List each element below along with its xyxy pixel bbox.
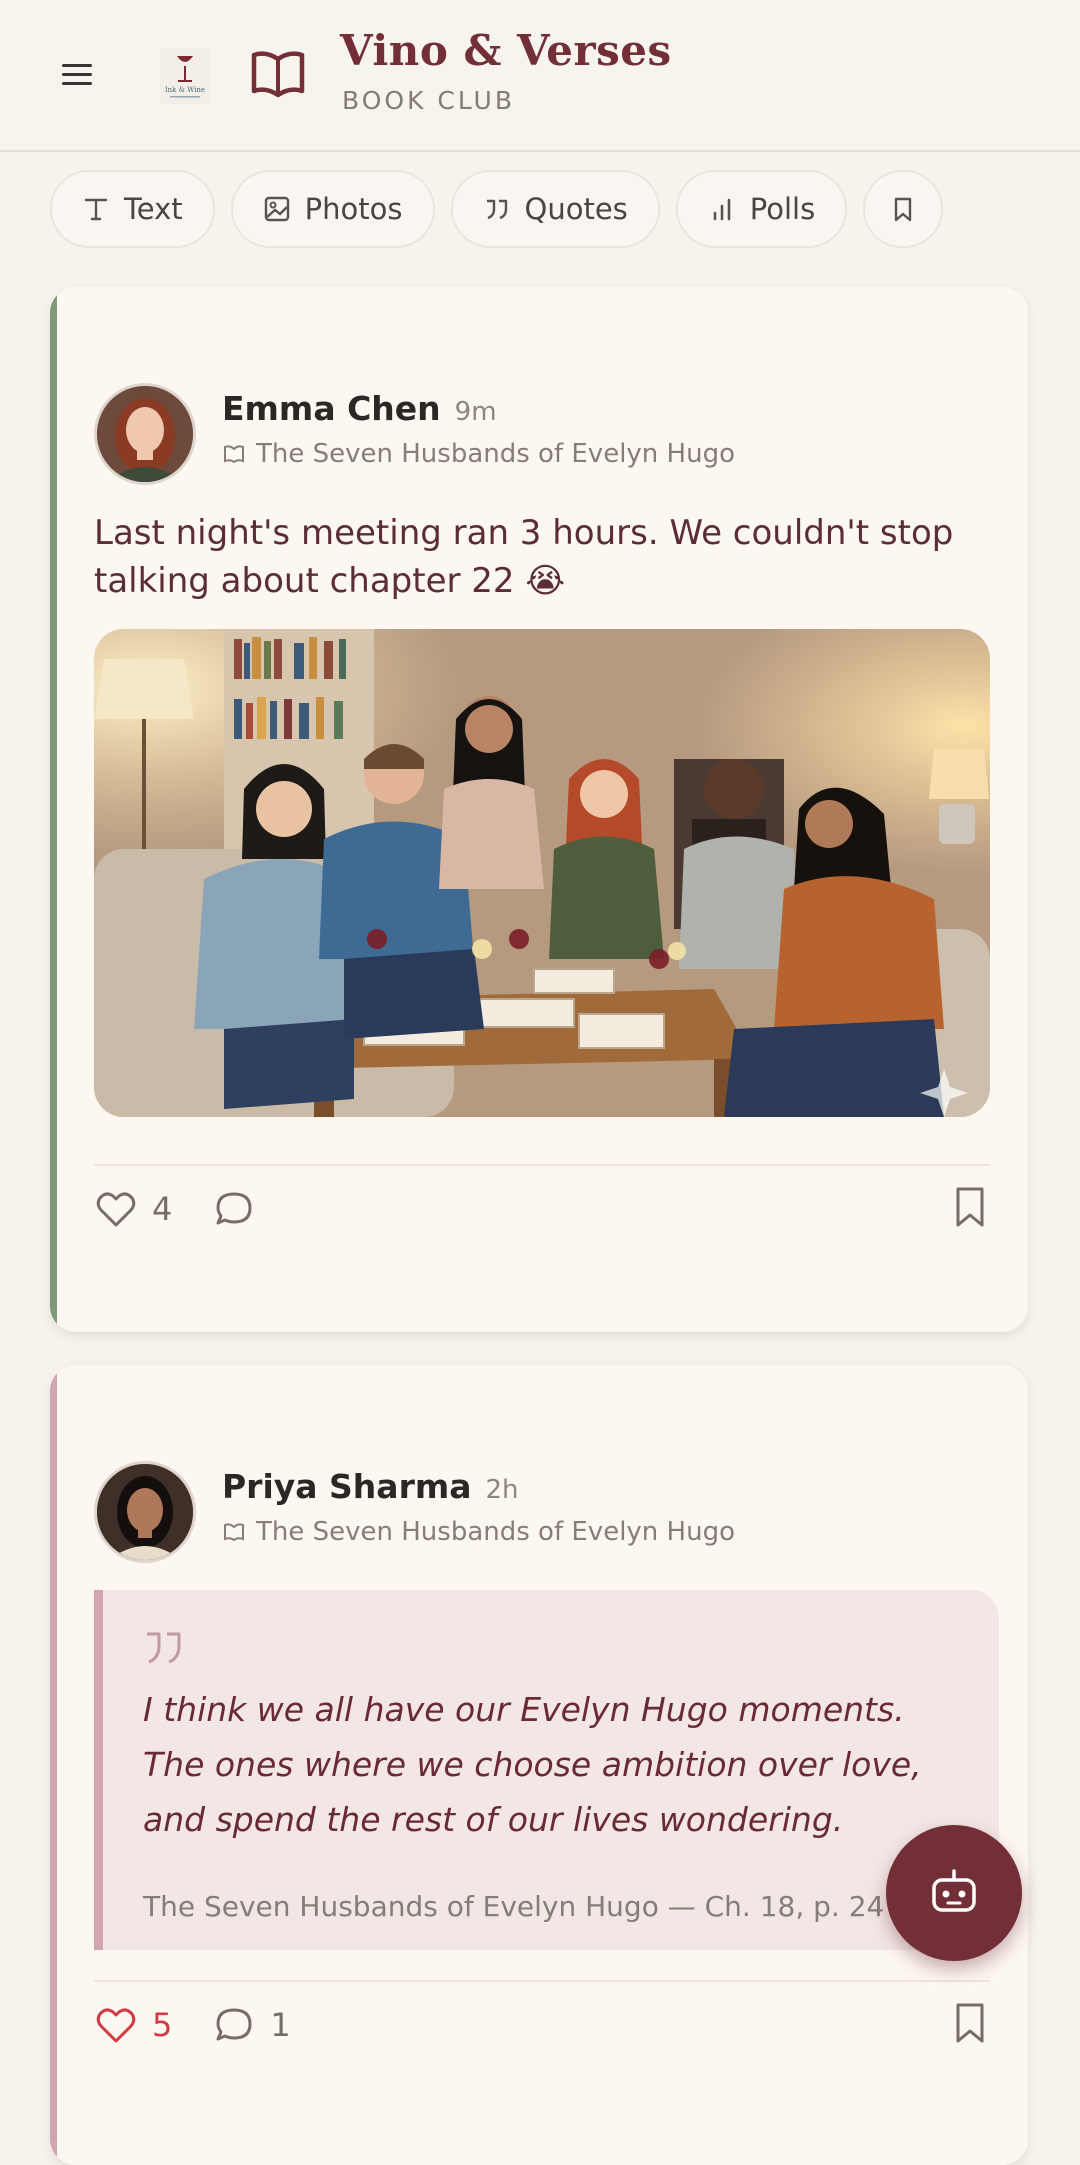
post-divider bbox=[94, 1164, 990, 1166]
filter-photos-chip[interactable]: Photos bbox=[230, 170, 435, 248]
heart-icon bbox=[96, 2008, 136, 2043]
book-title: The Seven Husbands of Evelyn Hugo bbox=[256, 439, 735, 469]
post-actions: 4 bbox=[94, 1179, 990, 1239]
heart-icon bbox=[96, 1192, 136, 1227]
avatar[interactable] bbox=[94, 383, 196, 485]
comment-button[interactable]: 1 bbox=[212, 2003, 291, 2047]
avatar[interactable] bbox=[94, 1461, 196, 1563]
open-book-icon bbox=[251, 51, 305, 98]
text-icon bbox=[84, 198, 108, 221]
filter-photos-label: Photos bbox=[304, 192, 403, 226]
post-author[interactable]: Priya Sharma 2h bbox=[222, 1467, 519, 1506]
club-logo: Ink & Wine bbox=[160, 48, 210, 104]
quote-text: I think we all have our Evelyn Hugo mome… bbox=[143, 1690, 922, 1839]
bookmark-button[interactable] bbox=[950, 1185, 990, 1233]
book-icon bbox=[224, 445, 244, 464]
book-reference[interactable]: The Seven Husbands of Evelyn Hugo bbox=[222, 1517, 735, 1547]
post-accent-stripe bbox=[50, 287, 57, 1332]
app-subtitle: BOOK CLUB bbox=[342, 86, 515, 115]
filter-polls-label: Polls bbox=[749, 192, 816, 226]
post-divider bbox=[94, 1980, 990, 1982]
post-text: Last night's meeting ran 3 hours. We cou… bbox=[94, 513, 954, 601]
filter-polls-chip[interactable]: Polls bbox=[675, 170, 848, 248]
comment-icon bbox=[216, 1192, 252, 1225]
menu-icon[interactable] bbox=[62, 58, 102, 92]
like-button[interactable]: 4 bbox=[94, 1187, 172, 1231]
robot-icon bbox=[932, 1869, 976, 1912]
filter-quotes-chip[interactable]: Quotes bbox=[450, 170, 660, 248]
bar-chart-icon bbox=[713, 198, 731, 221]
book-title: The Seven Husbands of Evelyn Hugo bbox=[256, 1517, 735, 1547]
comment-button[interactable] bbox=[212, 1187, 270, 1231]
post-photo[interactable] bbox=[94, 629, 990, 1117]
book-club-photo bbox=[94, 629, 990, 1117]
comment-icon bbox=[216, 2008, 252, 2041]
book-icon bbox=[224, 1523, 244, 1542]
avatar-image bbox=[97, 386, 193, 482]
avatar-image bbox=[97, 1464, 193, 1560]
bookmark-icon bbox=[956, 2003, 984, 2043]
filter-text-chip[interactable]: Text bbox=[50, 170, 215, 248]
app-title: Vino & Verses bbox=[340, 26, 672, 75]
filter-text-label: Text bbox=[124, 192, 183, 226]
bookmark-button[interactable] bbox=[950, 2001, 990, 2049]
assistant-fab[interactable] bbox=[886, 1825, 1022, 1961]
like-count: 4 bbox=[152, 1190, 173, 1228]
logo-text: Ink & Wine bbox=[165, 86, 205, 94]
quote-block: I think we all have our Evelyn Hugo mome… bbox=[94, 1590, 999, 1950]
comment-count: 1 bbox=[270, 2006, 291, 2044]
post-card: Priya Sharma 2h The Seven Husbands of Eve… bbox=[50, 1365, 1028, 2165]
filter-saved-chip[interactable] bbox=[863, 170, 944, 248]
like-button[interactable]: 5 bbox=[94, 2003, 172, 2047]
app-header: Ink & Wine Vino & Verses BOOK CLUB bbox=[0, 0, 1080, 152]
quote-icon bbox=[486, 199, 507, 220]
filter-quotes-label: Quotes bbox=[524, 192, 628, 226]
like-count: 5 bbox=[152, 2006, 173, 2044]
quote-source: The Seven Husbands of Evelyn Hugo — Ch. … bbox=[143, 1890, 903, 1923]
bookmark-icon bbox=[956, 1187, 984, 1227]
post-actions: 5 1 bbox=[94, 1995, 990, 2055]
bookmark-icon bbox=[895, 197, 912, 222]
book-reference[interactable]: The Seven Husbands of Evelyn Hugo bbox=[222, 439, 735, 469]
post-accent-stripe bbox=[50, 1365, 57, 2165]
post-card: Emma Chen 9m The Seven Husbands of Evelyn… bbox=[50, 287, 1028, 1332]
post-time: 2h bbox=[485, 1475, 519, 1505]
post-author[interactable]: Emma Chen 9m bbox=[222, 389, 497, 428]
image-icon bbox=[264, 196, 289, 222]
filter-chips: Text Photos Quotes Polls bbox=[50, 170, 944, 248]
quote-icon bbox=[147, 1632, 181, 1664]
author-name: Priya Sharma bbox=[222, 1467, 472, 1506]
author-name: Emma Chen bbox=[222, 389, 441, 428]
post-time: 9m bbox=[454, 397, 497, 427]
